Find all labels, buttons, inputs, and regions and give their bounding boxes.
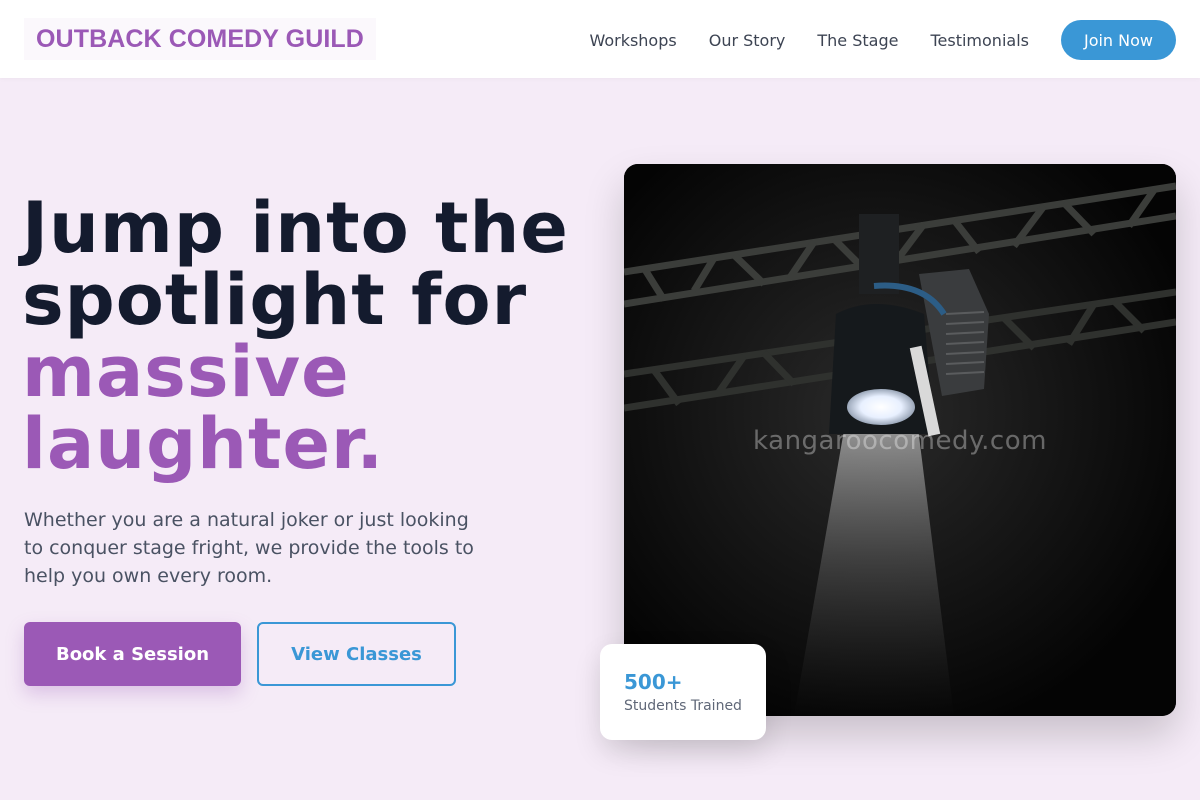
image-watermark: kangaroocomedy.com: [753, 426, 1047, 456]
hero-spotlight-image: kangaroocomedy.com: [624, 164, 1176, 716]
spotlight-lens: [847, 389, 915, 425]
main-nav: Workshops Our Story The Stage Testimonia…: [589, 20, 1176, 60]
book-session-button[interactable]: Book a Session: [24, 622, 241, 686]
stat-number: 500+: [624, 670, 683, 694]
view-classes-button[interactable]: View Classes: [257, 622, 456, 686]
nav-link-the-stage[interactable]: The Stage: [817, 31, 898, 50]
stat-label: Students Trained: [624, 698, 742, 714]
site-header: OUTBACK COMEDY GUILD Workshops Our Story…: [0, 0, 1200, 78]
brand-logo[interactable]: OUTBACK COMEDY GUILD: [24, 18, 376, 60]
hero-subtitle: Whether you are a natural joker or just …: [24, 509, 474, 587]
stats-card: 500+ Students Trained: [600, 644, 766, 740]
nav-link-our-story[interactable]: Our Story: [709, 31, 786, 50]
hero-title-line-2: spotlight for: [22, 259, 528, 341]
nav-link-workshops[interactable]: Workshops: [589, 31, 676, 50]
join-now-button[interactable]: Join Now: [1060, 20, 1176, 60]
nav-link-testimonials[interactable]: Testimonials: [930, 31, 1029, 50]
hero-title: Jump into the spotlight for massive laug…: [22, 192, 612, 480]
hero-title-accent-line-1: massive: [22, 331, 350, 413]
hero-title-accent-line-2: laughter.: [22, 403, 385, 485]
hero-title-line-1: Jump into the: [22, 187, 569, 269]
